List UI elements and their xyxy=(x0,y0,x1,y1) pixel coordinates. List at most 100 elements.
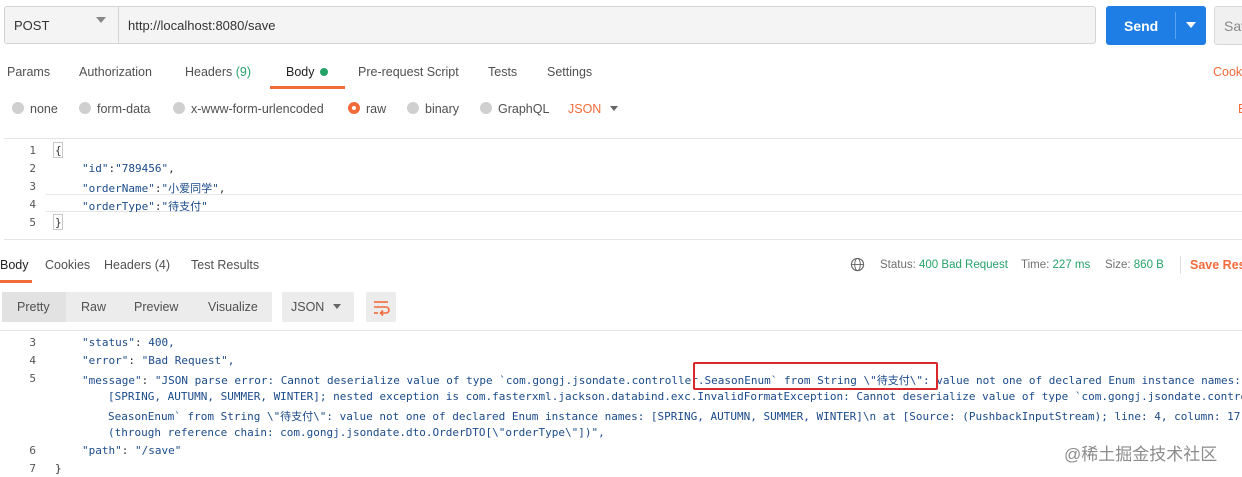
json-value: "/save" xyxy=(135,444,182,457)
response-line: "message": "JSON parse error: Cannot des… xyxy=(82,372,1241,388)
method-label: POST xyxy=(14,18,50,33)
radio-none[interactable] xyxy=(12,102,24,114)
active-tab-indicator xyxy=(270,86,345,89)
size-value: 860 B xyxy=(1133,259,1164,271)
line-number: 5 xyxy=(29,372,36,385)
radio-form-data[interactable] xyxy=(79,102,91,114)
radio-graphql[interactable] xyxy=(480,102,492,114)
tab-headers-count: (9) xyxy=(235,65,252,79)
line-number: 1 xyxy=(29,144,36,157)
time-value: 227 ms xyxy=(1052,259,1091,271)
json-key: "orderName" xyxy=(82,182,155,195)
response-line: "status": 400, xyxy=(82,336,175,349)
json-trail: , xyxy=(168,162,175,175)
radio-urlencoded[interactable] xyxy=(173,102,185,114)
json-value: "789456" xyxy=(115,162,169,175)
json-value: "小爱同学" xyxy=(161,182,219,195)
response-line-wrapped: [SPRING, AUTUMN, SUMMER, WINTER]; nested… xyxy=(108,390,1242,403)
beautify-link[interactable]: B xyxy=(1238,102,1242,116)
json-sep: : xyxy=(141,374,155,387)
line-number: 2 xyxy=(29,162,36,175)
response-status: Status: 400 Bad Request xyxy=(880,259,1008,271)
tab-params[interactable]: Params xyxy=(7,65,50,79)
tab-headers-label: Headers xyxy=(185,65,233,79)
status-label: Status: xyxy=(880,259,916,271)
json-sep: : xyxy=(134,336,149,349)
error-highlight-annotation xyxy=(693,362,938,390)
line-number: 6 xyxy=(29,444,36,457)
view-preview-button[interactable]: Preview xyxy=(134,300,178,314)
json-key: "path" xyxy=(82,444,122,457)
size-label: Size: xyxy=(1105,259,1131,271)
cookies-link[interactable]: Cook xyxy=(1213,65,1242,79)
tab-prerequest-script[interactable]: Pre-request Script xyxy=(358,65,459,79)
watermark: @稀土掘金技术社区 xyxy=(1064,445,1218,464)
response-tab-body[interactable]: Body xyxy=(0,258,29,272)
response-tab-test-results[interactable]: Test Results xyxy=(191,258,259,272)
response-size: Size: 860 B xyxy=(1105,259,1164,271)
view-pretty-label: Pretty xyxy=(17,300,50,314)
tab-headers[interactable]: Headers (9) xyxy=(185,65,251,79)
radio-none-label[interactable]: none xyxy=(30,102,58,116)
tab-body[interactable]: Body xyxy=(286,65,315,79)
json-key: "status" xyxy=(82,336,135,349)
json-key: "orderType" xyxy=(82,200,155,213)
code-line: "id":"789456", xyxy=(82,162,175,175)
tab-tests[interactable]: Tests xyxy=(488,65,517,79)
response-body-viewer[interactable] xyxy=(0,330,1242,477)
tab-authorization[interactable]: Authorization xyxy=(79,65,152,79)
body-format-select[interactable]: JSON xyxy=(568,102,601,116)
chevron-down-icon[interactable] xyxy=(96,17,106,23)
save-response-button[interactable]: Save Resp xyxy=(1190,258,1242,272)
send-options-chevron-icon[interactable] xyxy=(1186,22,1196,28)
radio-raw[interactable] xyxy=(348,102,360,114)
chevron-down-icon[interactable] xyxy=(610,106,618,111)
response-line: "error": "Bad Request", xyxy=(82,354,234,367)
wrap-lines-button[interactable] xyxy=(366,292,396,322)
line-number: 7 xyxy=(29,462,36,475)
response-time: Time: 227 ms xyxy=(1021,259,1090,271)
json-sep: : xyxy=(121,444,135,457)
radio-binary[interactable] xyxy=(407,102,419,114)
line-number: 5 xyxy=(29,216,36,229)
json-key: "error" xyxy=(82,354,129,367)
globe-icon[interactable] xyxy=(850,257,865,272)
radio-graphql-label[interactable]: GraphQL xyxy=(498,102,549,116)
json-key: "id" xyxy=(82,162,109,175)
wrap-lines-icon xyxy=(374,301,390,317)
time-label: Time: xyxy=(1021,259,1050,271)
view-visualize-button[interactable]: Visualize xyxy=(208,300,258,314)
radio-form-data-label[interactable]: form-data xyxy=(97,102,151,116)
response-tab-headers[interactable]: Headers (4) xyxy=(104,258,170,272)
json-value: 400, xyxy=(148,336,175,349)
radio-binary-label[interactable]: binary xyxy=(425,102,459,116)
response-line: "path": "/save" xyxy=(82,444,181,457)
response-line-wrapped: SeasonEnum` from String \"待支付\": value n… xyxy=(108,410,1242,423)
json-trail: , xyxy=(218,182,226,195)
active-tab-indicator xyxy=(0,280,32,283)
json-value: "Bad Request", xyxy=(141,354,235,367)
response-tab-cookies[interactable]: Cookies xyxy=(45,258,90,272)
code-line: "orderName":"小爱同学", xyxy=(82,182,226,195)
radio-raw-label[interactable]: raw xyxy=(366,102,386,116)
radio-urlencoded-label[interactable]: x-www-form-urlencoded xyxy=(191,102,324,116)
save-label: Sav xyxy=(1224,18,1242,34)
response-format-label: JSON xyxy=(291,300,325,314)
divider xyxy=(1180,256,1181,274)
code-close-brace: } xyxy=(55,216,62,229)
line-number: 3 xyxy=(29,180,36,193)
code-close-brace: } xyxy=(55,462,62,475)
active-line-highlight xyxy=(46,194,1242,212)
response-line-wrapped: (through reference chain: com.gongj.json… xyxy=(108,426,605,439)
send-label: Send xyxy=(1124,18,1159,34)
line-number: 4 xyxy=(29,198,36,211)
code-line: "orderType":"待支付" xyxy=(82,200,208,213)
chevron-down-icon[interactable] xyxy=(333,304,341,309)
json-sep: : xyxy=(128,354,142,367)
view-raw-button[interactable]: Raw xyxy=(81,300,106,314)
url-text: http://localhost:8080/save xyxy=(128,18,276,33)
tab-settings[interactable]: Settings xyxy=(547,65,592,79)
body-modified-dot-icon xyxy=(320,68,328,76)
line-number: 4 xyxy=(29,354,36,367)
code-open-brace: { xyxy=(55,144,62,157)
